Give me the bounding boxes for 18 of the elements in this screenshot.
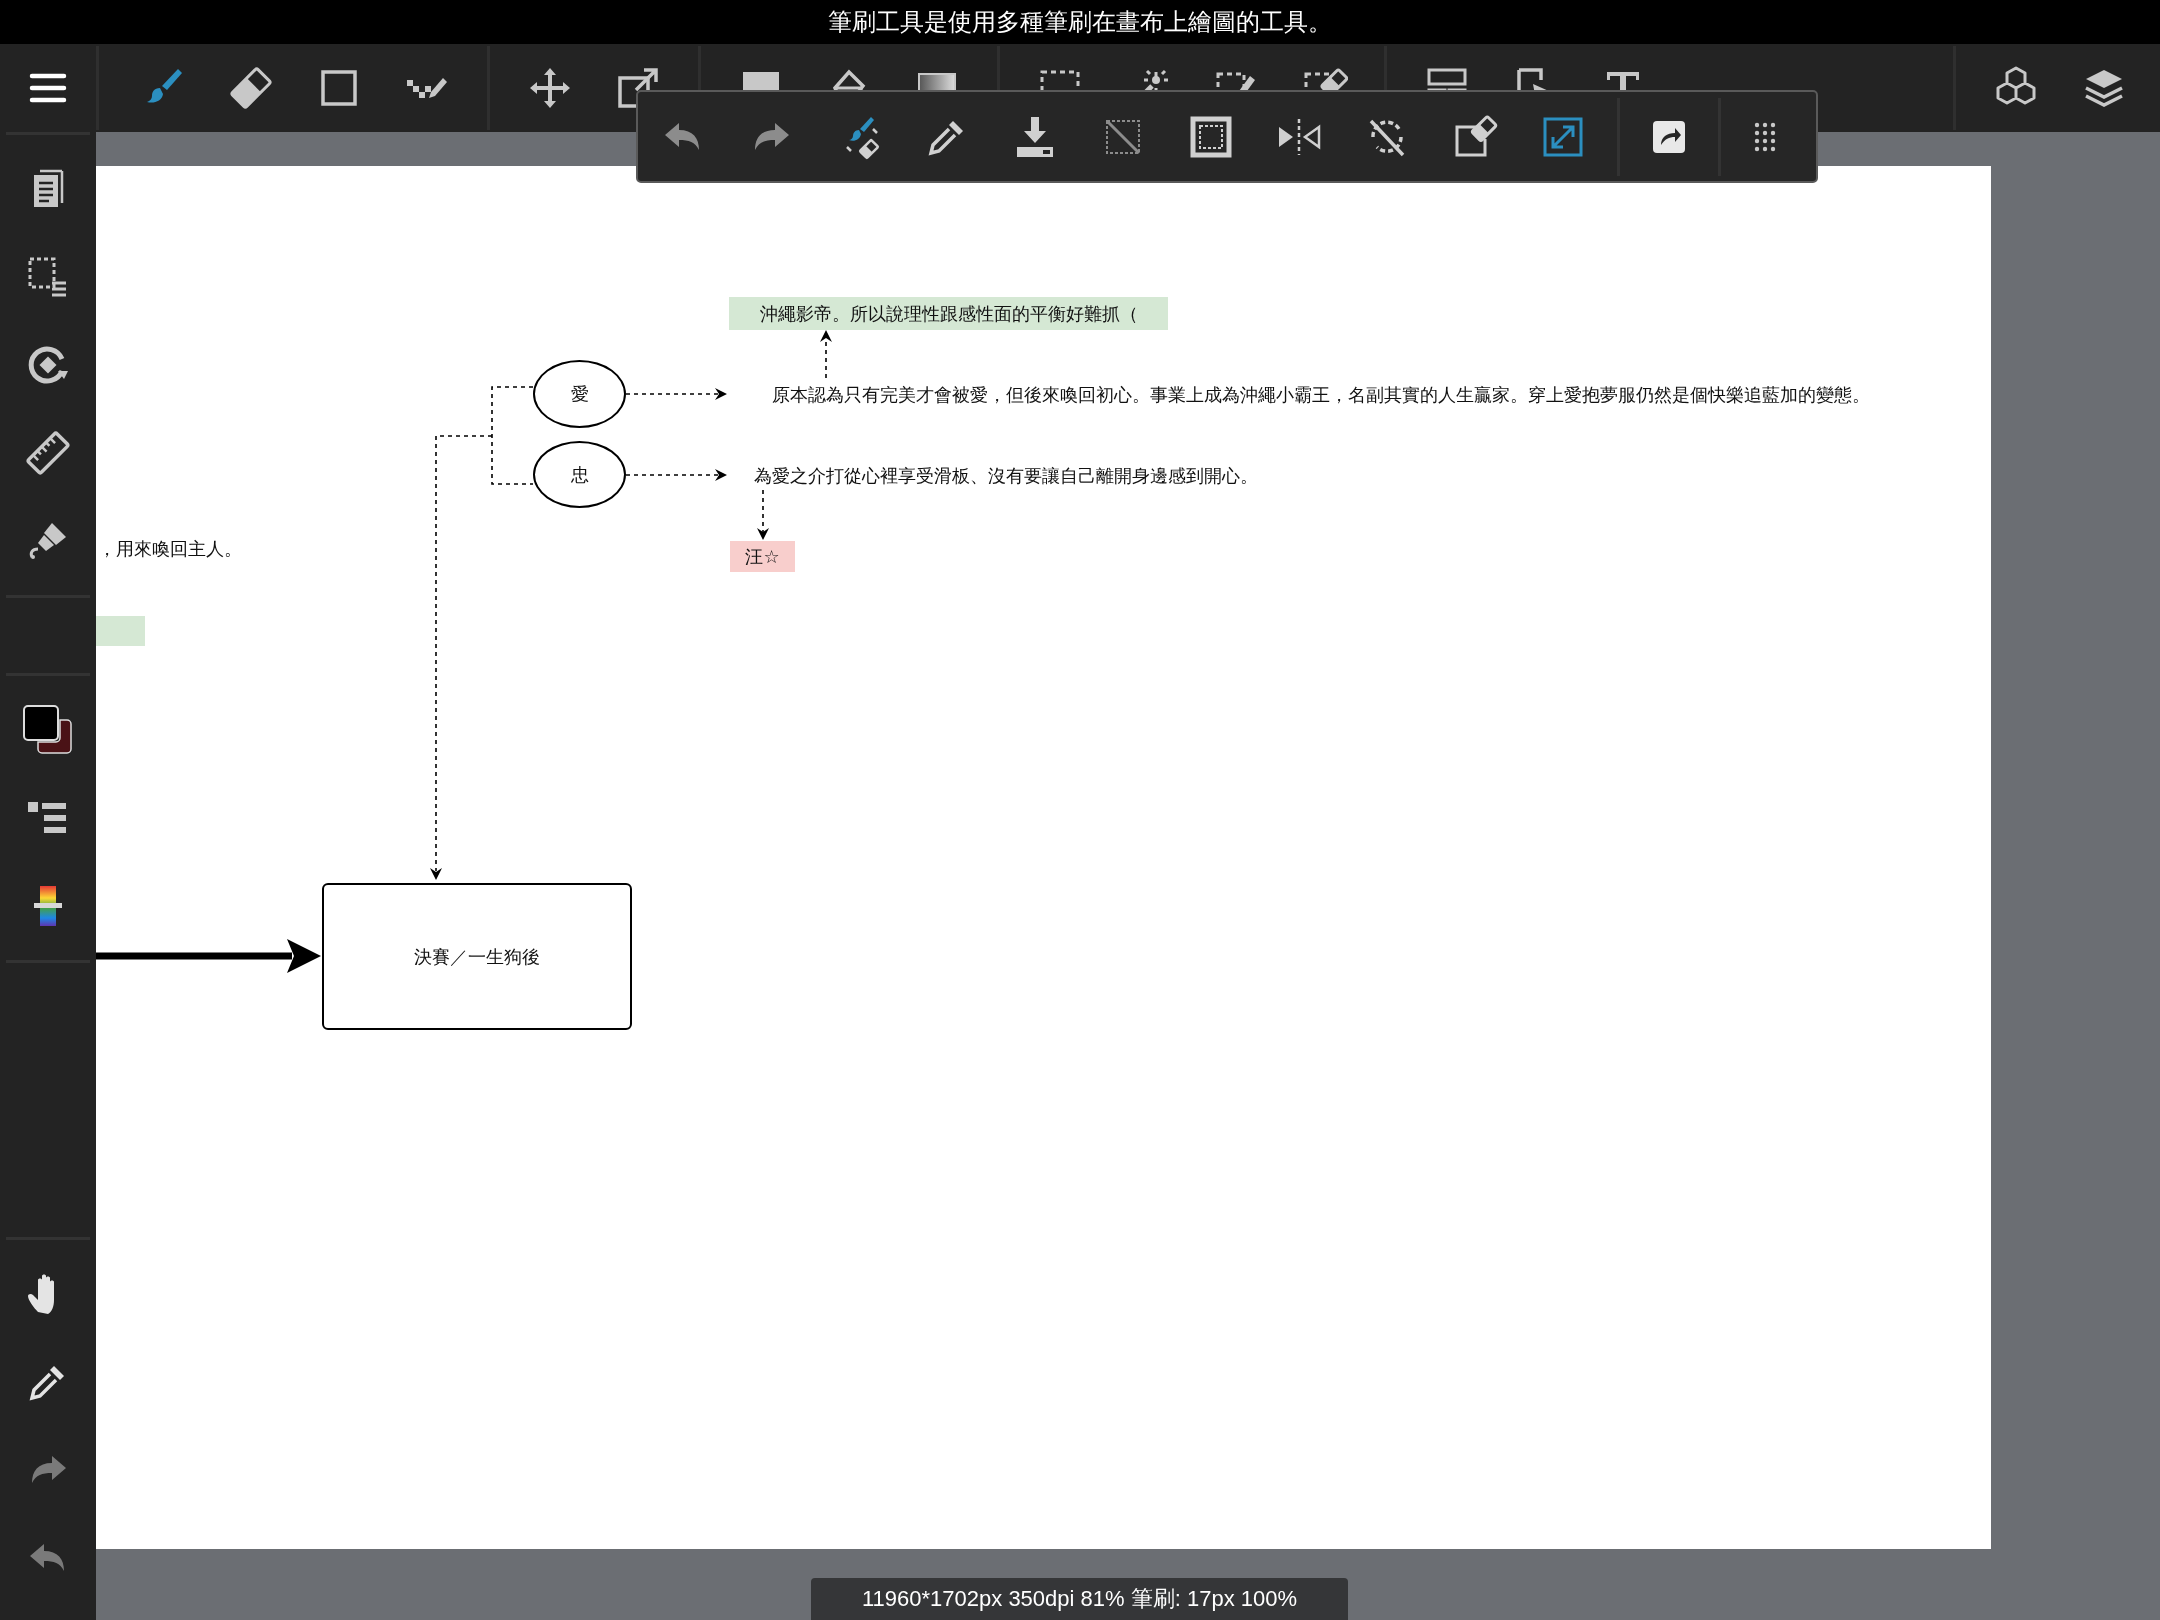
note-text: ，用來喚回主人。 <box>98 538 242 561</box>
note-label: 沖繩影帝。所以說理性跟感性面的平衡好難抓（ <box>729 297 1168 330</box>
hint-text: 筆刷工具是使用多種筆刷在畫布上繪圖的工具。 <box>828 7 1332 37</box>
canvas-page[interactable]: 沖繩影帝。所以說理性跟感性面的平衡好難抓（ 原本認為只有完美才會被愛，但後來喚回初心。事業上成為沖繩小霸王，名副其實的人生贏家。穿上愛抱夢服仍然是個快樂追藍加的變態。 為愛之介打從心裡享受滑板、沒有要讓自己離開身邊感到開心。 ，用來喚回主人。 汪☆ 愛 忠 決賽／一生狗後 <box>96 166 1991 1549</box>
ruler-icon[interactable] <box>24 429 72 477</box>
status-bar: 11960*1702px 350dpi 81% 筆刷: 17px 100% <box>811 1578 1348 1620</box>
dashed-arrow <box>820 330 832 379</box>
ellipse-node: 愛 <box>533 360 626 428</box>
box-node: 決賽／一生狗後 <box>322 883 632 1030</box>
note-text: 原本認為只有完美才會被愛，但後來喚回初心。事業上成為沖繩小霸王，名副其實的人生贏家。穿上愛抱夢服仍然是個快樂追藍加的變態。 <box>772 384 1870 407</box>
foreground-color-swatch[interactable] <box>23 705 59 741</box>
color-swatch[interactable] <box>23 705 73 755</box>
note-text: 為愛之介打從心裡享受滑板、沒有要讓自己離開身邊感到開心。 <box>754 465 1258 488</box>
note-label: 汪☆ <box>730 541 795 572</box>
background-color-swatch[interactable] <box>37 719 72 754</box>
dashed-arrow <box>757 489 769 540</box>
ellipse-node: 忠 <box>533 441 626 508</box>
eraser-icon[interactable] <box>227 64 275 112</box>
